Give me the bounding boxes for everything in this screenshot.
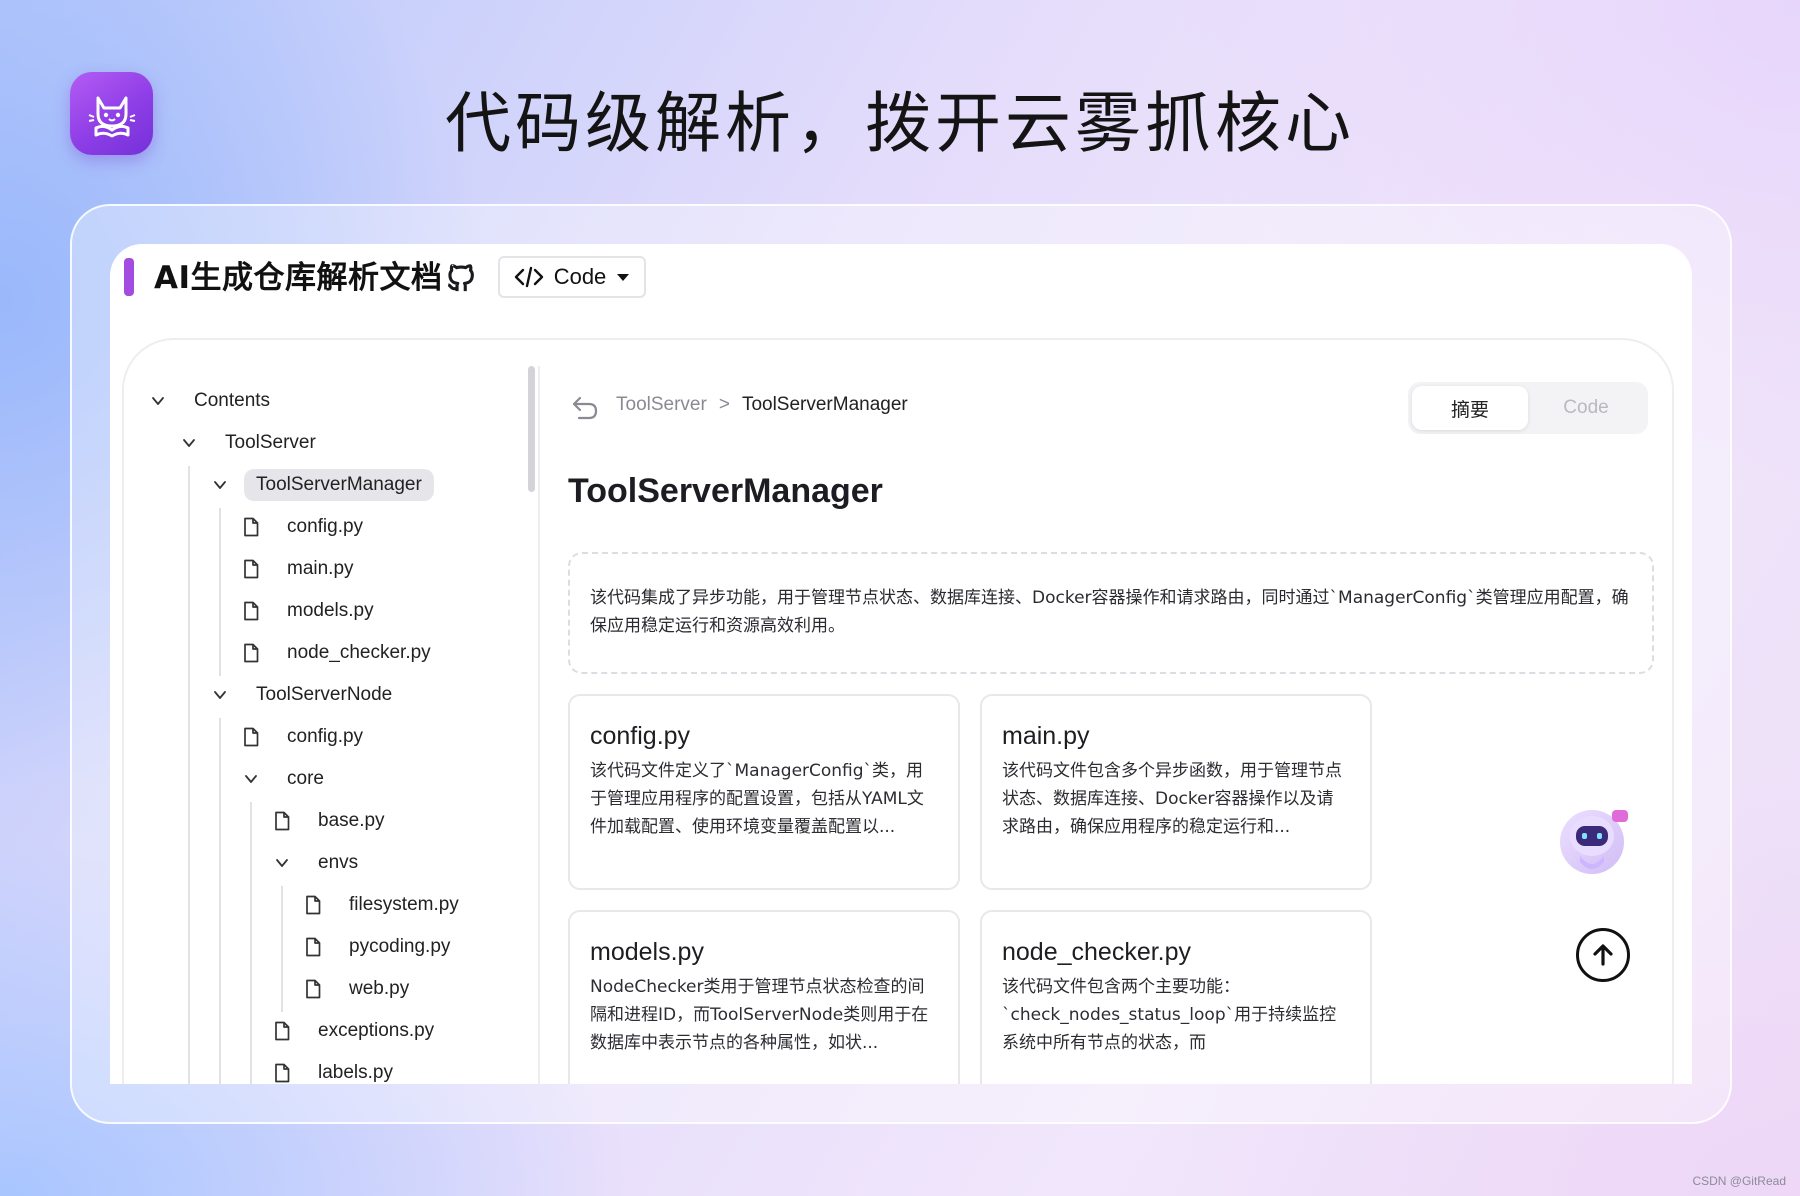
title-accent-bar (124, 258, 134, 296)
tree-item-label: envs (318, 852, 359, 873)
caret-down-icon (617, 274, 630, 281)
code-button-label: Code (553, 264, 607, 289)
file-card[interactable]: models.py NodeChecker类用于管理节点状态检查的间隔和进程ID… (568, 910, 960, 1084)
file-icon (239, 643, 263, 663)
file-card-desc: 该代码文件包含多个异步函数，用于管理节点状态、数据库连接、Docker容器操作以… (1002, 761, 1342, 837)
file-card[interactable]: node_checker.py 该代码文件包含两个主要功能：`check_nod… (980, 910, 1372, 1084)
code-dropdown-button[interactable]: Code (498, 256, 646, 298)
tree-guide-line (219, 718, 221, 1084)
file-card-desc: 该代码文件定义了`ManagerConfig`类，用于管理应用程序的配置设置，包… (590, 761, 924, 837)
file-card-desc: NodeChecker类用于管理节点状态检查的间隔和进程ID，而ToolServ… (590, 977, 929, 1053)
sidebar-scrollbar[interactable] (528, 366, 535, 492)
tab-summary[interactable]: 摘要 (1412, 386, 1528, 430)
tree-item-label: node_checker.py (287, 642, 431, 663)
tree-file-item[interactable]: web.py (301, 970, 409, 1008)
tree-file-item[interactable]: exceptions.py (270, 1012, 434, 1050)
file-icon (239, 559, 263, 579)
tree-file-item[interactable]: models.py (239, 592, 374, 630)
watermark: CSDN @GitRead (1692, 1174, 1786, 1188)
tree-folder-item[interactable]: core (239, 760, 324, 798)
tree-item-label: Contents (194, 390, 271, 411)
file-icon (239, 517, 263, 537)
main-content: ToolServer > ToolServerManager 摘要 Code T… (542, 340, 1672, 1084)
tree-file-item[interactable]: filesystem.py (301, 886, 459, 924)
file-card[interactable]: main.py 该代码文件包含多个异步函数，用于管理节点状态、数据库连接、Doc… (980, 694, 1372, 890)
tree-item-label: web.py (349, 978, 410, 999)
tree-item-label: ToolServer (225, 432, 316, 453)
app-window: AI生成仓库解析文档 Code Contents ToolServer ToolSe… (110, 244, 1692, 1084)
tree-item-label: labels.py (318, 1062, 393, 1083)
file-card-name: models.py (590, 938, 704, 966)
file-card-name: main.py (1002, 722, 1090, 750)
robot-assistant-icon[interactable] (1554, 800, 1634, 880)
file-icon (239, 601, 263, 621)
view-toggle: 摘要 Code (1408, 382, 1648, 434)
tree-folder-item[interactable]: ToolServerNode (208, 676, 392, 714)
headline: 代码级解析，拨开云雾抓核心 (445, 85, 1355, 162)
file-card-name: node_checker.py (1002, 938, 1192, 966)
tree-file-item[interactable]: labels.py (270, 1054, 393, 1084)
file-icon (270, 1021, 294, 1041)
file-icon (270, 811, 294, 831)
chevron-down-icon (239, 774, 263, 784)
tree-item-label: base.py (318, 810, 385, 831)
github-icon[interactable] (444, 260, 478, 294)
page-title: ToolServerManager (568, 472, 883, 510)
tree-item-label: exceptions.py (318, 1020, 435, 1041)
breadcrumb-parent[interactable]: ToolServer (616, 394, 707, 416)
tree-item-label: models.py (287, 600, 374, 621)
chevron-down-icon (270, 858, 294, 868)
doc-title: AI生成仓库解析文档 (154, 260, 443, 296)
breadcrumb-current: ToolServerManager (741, 394, 908, 415)
panel-divider (538, 366, 540, 1084)
tree-guide-line (250, 802, 252, 1084)
chevron-down-icon (208, 690, 232, 700)
breadcrumb: ToolServer > ToolServerManager (616, 394, 908, 416)
tree-file-item[interactable]: base.py (270, 802, 385, 840)
tree-folder-item[interactable]: Contents (146, 382, 270, 420)
code-brackets-icon (514, 266, 543, 288)
tree-item-label: main.py (287, 558, 354, 579)
tab-code[interactable]: Code (1528, 386, 1644, 430)
file-card[interactable]: config.py 该代码文件定义了`ManagerConfig`类，用于管理应… (568, 694, 960, 890)
file-icon (301, 937, 325, 957)
chevron-down-icon (177, 438, 201, 448)
tree-item-label: core (287, 768, 324, 789)
chevron-down-icon (208, 480, 232, 490)
file-icon (301, 895, 325, 915)
breadcrumb-separator: > (718, 394, 730, 415)
tree-folder-item[interactable]: ToolServer (177, 424, 316, 462)
file-icon (239, 727, 263, 747)
file-card-name: config.py (590, 722, 691, 750)
scroll-top-button[interactable] (1576, 928, 1630, 982)
file-card-desc: 该代码文件包含两个主要功能：`check_nodes_status_loop`用… (1002, 977, 1337, 1053)
tree-file-item[interactable]: main.py (239, 550, 354, 588)
file-icon (301, 979, 325, 999)
tree-item-label: config.py (287, 516, 364, 537)
file-icon (270, 1063, 294, 1083)
tree-guide-line (281, 886, 283, 1012)
tree-guide-line (219, 508, 221, 676)
tree-folder-item[interactable]: envs (270, 844, 358, 882)
tree-item-label: filesystem.py (349, 894, 459, 915)
back-arrow-icon[interactable] (570, 392, 600, 422)
tree-guide-line (188, 466, 190, 1084)
tree-folder-item[interactable]: ToolServerManager (208, 466, 434, 504)
tree-item-label: ToolServerNode (256, 684, 393, 705)
tree-item-label: ToolServerManager (244, 469, 434, 501)
arrow-up-icon (1593, 944, 1613, 966)
content-panel: Contents ToolServer ToolServerManager confi… (122, 338, 1674, 1084)
tree-file-item[interactable]: node_checker.py (239, 634, 431, 672)
summary-box: 该代码集成了异步功能，用于管理节点状态、数据库连接、Docker容器操作和请求路… (568, 552, 1654, 674)
chevron-down-icon (146, 396, 170, 406)
tree-file-item[interactable]: config.py (239, 508, 363, 546)
tree-item-label: config.py (287, 726, 364, 747)
file-tree: Contents ToolServer ToolServerManager confi… (124, 340, 524, 1084)
tree-file-item[interactable]: pycoding.py (301, 928, 450, 966)
tree-file-item[interactable]: config.py (239, 718, 363, 756)
tree-item-label: pycoding.py (349, 936, 451, 957)
